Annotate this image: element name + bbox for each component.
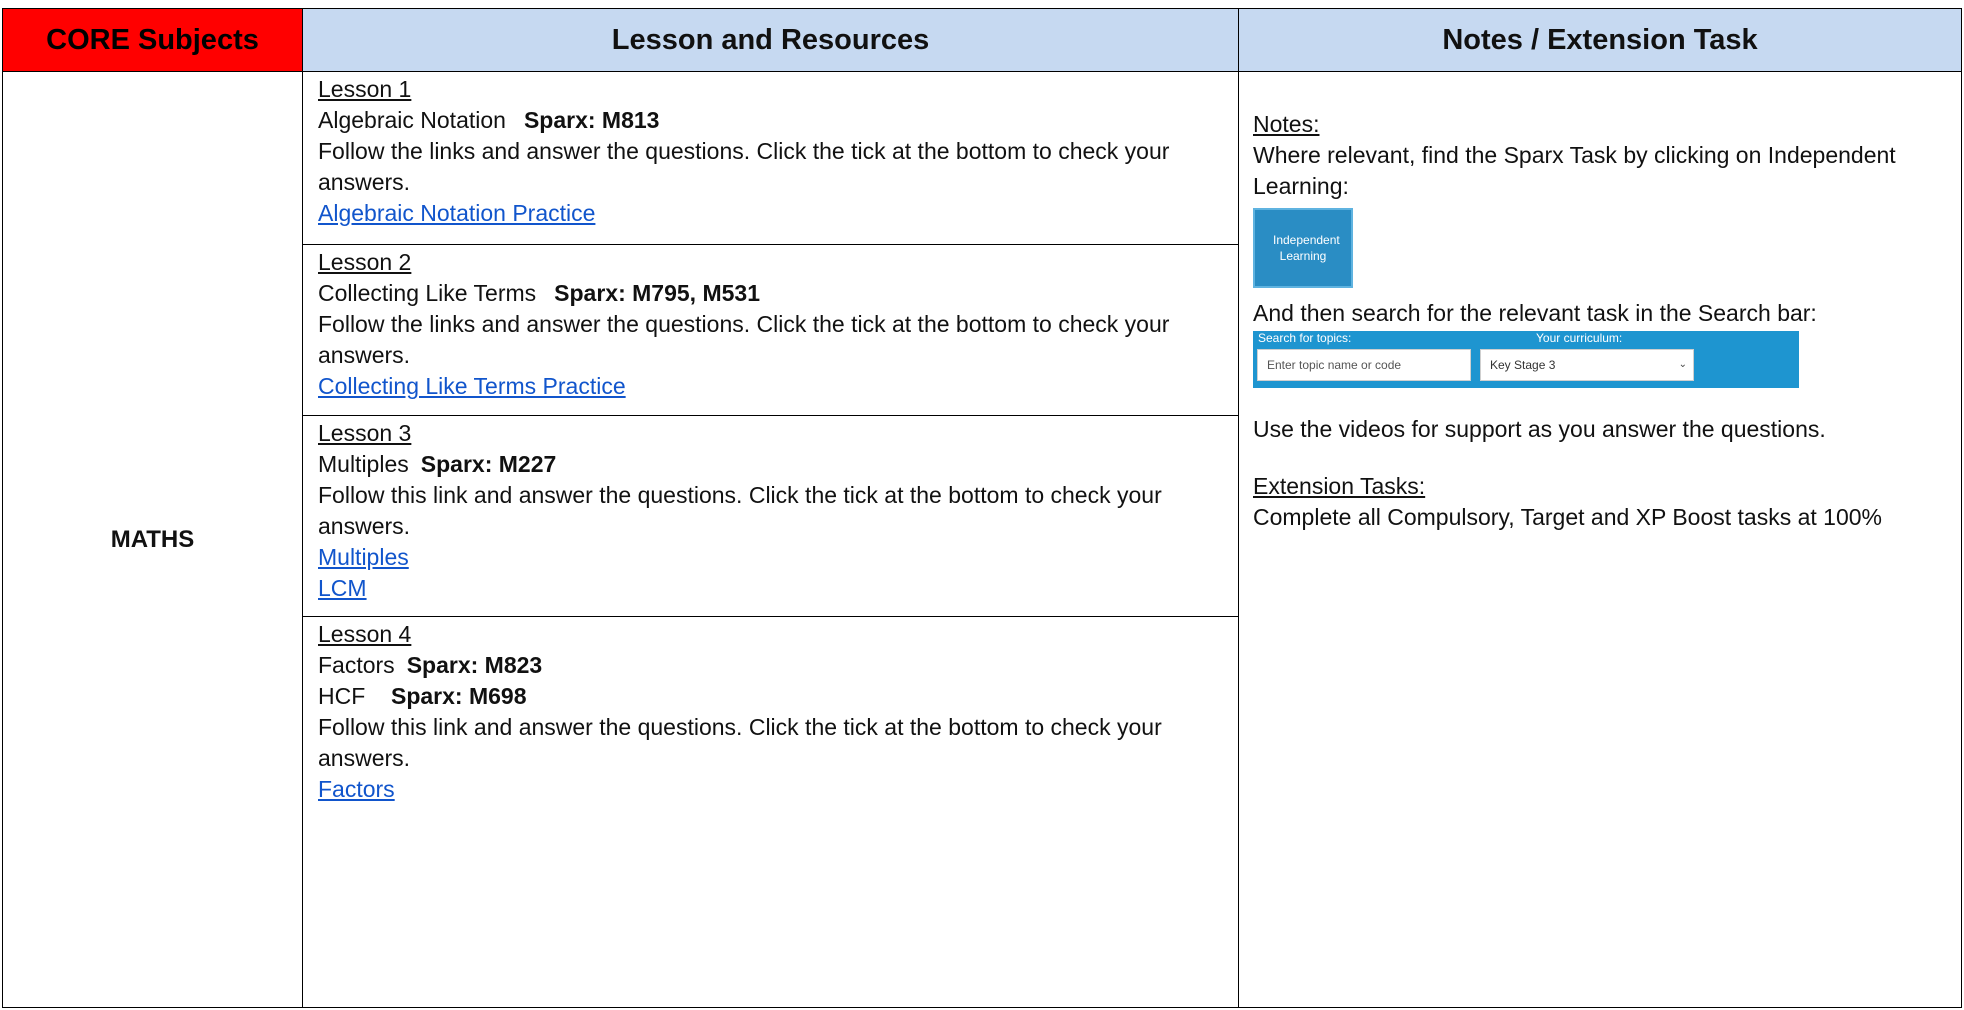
lesson-instructions: Follow this link and answer the question… [318, 714, 1162, 771]
header-lesson-resources: Lesson and Resources [303, 9, 1239, 72]
search-topics-label: Search for topics: [1258, 331, 1352, 345]
lesson-topic-line: Algebraic Notation Sparx: M813 [318, 105, 1223, 136]
notes-text: Where relevant, find the Sparx Task by c… [1253, 142, 1896, 199]
videos-support-text: Use the videos for support as you answer… [1253, 416, 1826, 442]
notes-heading: Notes: [1253, 111, 1320, 137]
lesson-topic-line: Factors Sparx: M823 [318, 650, 1223, 681]
curriculum-value: Key Stage 3 [1490, 358, 1556, 372]
algebraic-notation-practice-link[interactable]: Algebraic Notation Practice [318, 198, 595, 229]
multiples-link[interactable]: Multiples [318, 542, 409, 573]
lesson-2-cell: Lesson 2 Collecting Like Terms Sparx: M79… [303, 245, 1239, 416]
curriculum-label: Your curriculum: [1536, 331, 1623, 345]
lesson-topic: HCF [318, 683, 366, 709]
lesson-table: CORE Subjects Lesson and Resources Notes… [2, 8, 1962, 1008]
header-notes-extension: Notes / Extension Task [1239, 9, 1961, 72]
lesson-title: Lesson 4 [318, 621, 412, 647]
factors-link[interactable]: Factors [318, 774, 395, 805]
lesson-title: Lesson 3 [318, 420, 412, 446]
lesson-topic: Factors [318, 652, 395, 678]
collecting-like-terms-practice-link[interactable]: Collecting Like Terms Practice [318, 371, 626, 402]
sparx-code: Sparx: M813 [523, 107, 660, 133]
lesson-1-cell: Lesson 1 Algebraic Notation Sparx: M813 F… [303, 72, 1239, 245]
sparx-code: Sparx: M823 [406, 652, 543, 678]
chevron-down-icon: ⌄ [1678, 359, 1687, 370]
lesson-topic-line: Multiples Sparx: M227 [318, 449, 1223, 480]
lesson-topic-line: Collecting Like Terms Sparx: M795, M531 [318, 278, 1223, 309]
lesson-instructions: Follow the links and answer the question… [318, 311, 1170, 368]
sparx-code: Sparx: M698 [391, 683, 527, 709]
lesson-4-cell: Lesson 4 Factors Sparx: M823 HCF Sparx: M6… [303, 617, 1239, 1007]
sparx-search-bar-image: Search for topics: Your curriculum: Ente… [1253, 331, 1799, 388]
independent-learning-label: Independent Learning [1273, 233, 1340, 263]
lesson-topic-line-2: HCF Sparx: M698 [318, 681, 1223, 712]
subject-cell: MATHS [3, 72, 303, 1007]
search-intro-text: And then search for the relevant task in… [1253, 300, 1817, 326]
curriculum-select: Key Stage 3 ⌄ [1480, 349, 1694, 381]
lesson-3-cell: Lesson 3 Multiples Sparx: M227 Follow thi… [303, 416, 1239, 617]
search-topics-input: Enter topic name or code [1257, 349, 1471, 381]
lesson-topic: Collecting Like Terms [318, 280, 537, 306]
lesson-instructions: Follow this link and answer the question… [318, 482, 1162, 539]
notes-cell: Notes: Where relevant, find the Sparx Ta… [1239, 72, 1961, 1007]
lesson-topic: Multiples [318, 451, 409, 477]
lesson-title: Lesson 2 [318, 249, 412, 275]
subject-name: MATHS [110, 525, 195, 553]
sparx-code: Sparx: M227 [420, 451, 557, 477]
lesson-instructions: Follow the links and answer the question… [318, 138, 1170, 195]
sparx-code: Sparx: M795, M531 [554, 280, 760, 306]
lesson-title: Lesson 1 [318, 76, 412, 102]
extension-text: Complete all Compulsory, Target and XP B… [1253, 504, 1882, 530]
independent-learning-button: Independent Learning [1253, 208, 1353, 288]
extension-heading: Extension Tasks: [1253, 473, 1426, 499]
lcm-link[interactable]: LCM [318, 573, 367, 604]
lesson-topic: Algebraic Notation [318, 107, 506, 133]
header-core-subjects: CORE Subjects [3, 9, 303, 72]
